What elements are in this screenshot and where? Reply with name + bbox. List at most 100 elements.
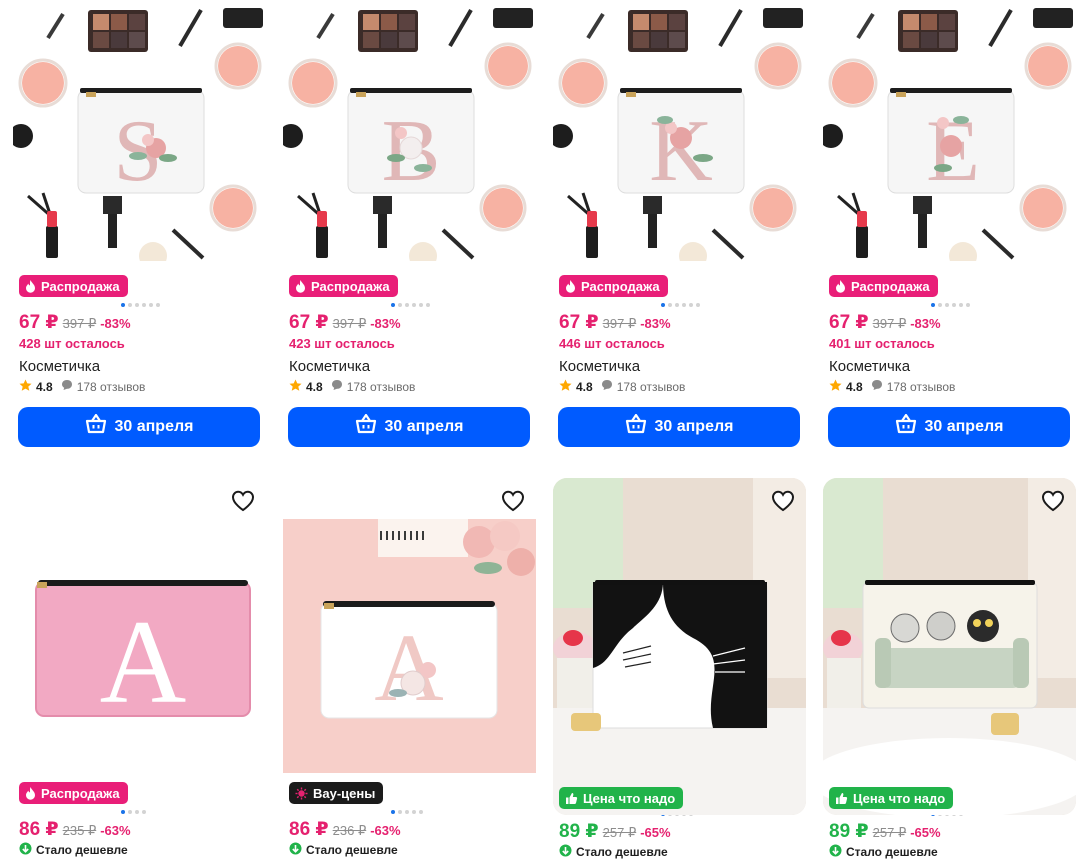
- current-price: 67 ₽: [829, 311, 869, 333]
- review-count: 178 отзывов: [886, 379, 956, 394]
- favorite-heart-icon[interactable]: [1038, 486, 1068, 516]
- flame-icon: [835, 279, 846, 293]
- product-title[interactable]: Косметичка: [19, 358, 266, 376]
- image-carousel-dots[interactable]: [121, 809, 266, 814]
- delivery-date: 30 апреля: [114, 417, 194, 435]
- delivery-date: 30 апреля: [654, 417, 734, 435]
- image-carousel-dots[interactable]: [931, 302, 1076, 307]
- current-price: 67 ₽: [559, 311, 599, 333]
- rating[interactable]: 4.8 178 отзывов: [19, 379, 266, 395]
- badge-label: Распродажа: [851, 278, 930, 294]
- favorite-heart-icon[interactable]: [498, 486, 528, 516]
- star-icon: [559, 379, 572, 395]
- rating[interactable]: 4.8 178 отзывов: [289, 379, 536, 395]
- old-price: 257 ₽: [872, 825, 907, 840]
- discount: -65%: [640, 825, 671, 840]
- product-card[interactable]: S Распродажа 67 ₽ 397 ₽ -83% 428 шт оста…: [13, 8, 266, 447]
- product-title[interactable]: Косметичка: [829, 358, 1076, 376]
- thumbs-up-icon: [565, 792, 578, 805]
- rating[interactable]: 4.8 178 отзывов: [559, 379, 806, 395]
- star-icon: [19, 379, 32, 395]
- discount: -65%: [910, 825, 941, 840]
- product-title[interactable]: Косметичка: [289, 358, 536, 376]
- review-count: 178 отзывов: [76, 379, 146, 394]
- wow-price-badge: Вау-цены: [289, 782, 384, 804]
- price-drop-note: Стало дешевле: [19, 842, 266, 858]
- flame-icon: [565, 279, 576, 293]
- image-carousel-dots[interactable]: [391, 302, 536, 307]
- price-row: 89 ₽ 257 ₽ -65%: [559, 820, 806, 842]
- badge-label: Распродажа: [311, 278, 390, 294]
- sale-badge: Распродажа: [289, 275, 398, 297]
- current-price: 89 ₽: [829, 821, 869, 842]
- product-card[interactable]: A Вау-цены 86 ₽ 236 ₽ -63% Стало дешевле: [283, 478, 536, 858]
- product-image[interactable]: A: [283, 478, 536, 773]
- price-row: 67 ₽ 397 ₽ -83%: [289, 311, 536, 333]
- product-image[interactable]: S: [13, 8, 266, 261]
- product-card[interactable]: E Распродажа 67 ₽ 397 ₽ -83% 401 шт ос: [823, 8, 1076, 447]
- cart-icon: [895, 413, 917, 439]
- product-card[interactable]: A Распродажа 86 ₽ 235 ₽ -63% Стало дешев…: [13, 478, 266, 858]
- sparkle-icon: [295, 787, 308, 800]
- product-card[interactable]: B Распродажа 67 ₽ 397 ₽ -83% 423 шт ос: [283, 8, 536, 447]
- price-drop-label: Стало дешевле: [846, 845, 938, 859]
- product-image[interactable]: Цена что надо: [553, 478, 806, 815]
- favorite-heart-icon[interactable]: [768, 486, 798, 516]
- sale-badge: Распродажа: [19, 275, 128, 297]
- old-price: 236 ₽: [332, 822, 367, 838]
- discount: -63%: [100, 822, 131, 838]
- product-image[interactable]: Цена что надо: [823, 478, 1076, 815]
- badge-label: Распродажа: [41, 785, 120, 801]
- delivery-cart-button[interactable]: 30 апреля: [558, 406, 800, 447]
- old-price: 397 ₽: [332, 315, 367, 331]
- old-price: 397 ₽: [602, 315, 637, 331]
- fair-price-badge: Цена что надо: [829, 787, 954, 809]
- current-price: 86 ₽: [19, 818, 59, 840]
- product-photo-cat-bag: [553, 478, 806, 815]
- product-photo-cats-sketch-bag: [823, 478, 1076, 815]
- product-photo-cosmetic-bag: E: [823, 8, 1076, 261]
- badge-label: Распродажа: [581, 278, 660, 294]
- delivery-cart-button[interactable]: 30 апреля: [288, 406, 530, 447]
- product-title[interactable]: Косметичка: [559, 358, 806, 376]
- product-photo-cosmetic-bag: B: [283, 8, 536, 261]
- old-price: 257 ₽: [602, 825, 637, 840]
- svg-text:A: A: [100, 595, 187, 728]
- flame-icon: [25, 786, 36, 800]
- product-card[interactable]: K Распродажа 67 ₽ 397 ₽ -83% 446 шт оста…: [553, 8, 806, 447]
- review-bubble-icon: [331, 379, 343, 394]
- image-carousel-dots[interactable]: [661, 302, 806, 307]
- cart-icon: [625, 413, 647, 439]
- price-drop-label: Стало дешевле: [36, 842, 128, 857]
- current-price: 67 ₽: [19, 311, 59, 333]
- arrow-down-icon: [289, 842, 302, 858]
- stock-left: 401 шт осталось: [829, 335, 935, 351]
- product-image[interactable]: A: [13, 478, 266, 773]
- stock-left: 428 шт осталось: [19, 335, 125, 351]
- delivery-date: 30 апреля: [384, 417, 464, 435]
- product-image[interactable]: B: [283, 8, 536, 261]
- product-grid: S Распродажа 67 ₽ 397 ₽ -83% 428 шт оста…: [0, 0, 1090, 868]
- sale-badge: Распродажа: [829, 275, 938, 297]
- rating-value: 4.8: [36, 379, 53, 394]
- discount: -63%: [370, 822, 401, 838]
- product-image[interactable]: K: [553, 8, 806, 261]
- fair-price-badge: Цена что надо: [559, 787, 684, 809]
- arrow-down-icon: [829, 844, 842, 860]
- favorite-heart-icon[interactable]: [228, 486, 258, 516]
- star-icon: [829, 379, 842, 395]
- image-carousel-dots[interactable]: [391, 809, 536, 814]
- image-carousel-dots[interactable]: [121, 302, 266, 307]
- price-drop-label: Стало дешевле: [306, 842, 398, 857]
- product-card[interactable]: Цена что надо 89 ₽ 257 ₽ -65% Стало деше…: [553, 478, 806, 860]
- review-bubble-icon: [871, 379, 883, 394]
- product-card[interactable]: Цена что надо 89 ₽ 257 ₽ -65% Стало деше…: [823, 478, 1076, 860]
- rating[interactable]: 4.8 178 отзывов: [829, 379, 1076, 395]
- review-bubble-icon: [61, 379, 73, 394]
- star-icon: [289, 379, 302, 395]
- badge-label: Цена что надо: [583, 790, 676, 806]
- delivery-cart-button[interactable]: 30 апреля: [828, 406, 1070, 447]
- product-photo-desk-bag: A: [283, 478, 536, 773]
- product-image[interactable]: E: [823, 8, 1076, 261]
- delivery-cart-button[interactable]: 30 апреля: [18, 406, 260, 447]
